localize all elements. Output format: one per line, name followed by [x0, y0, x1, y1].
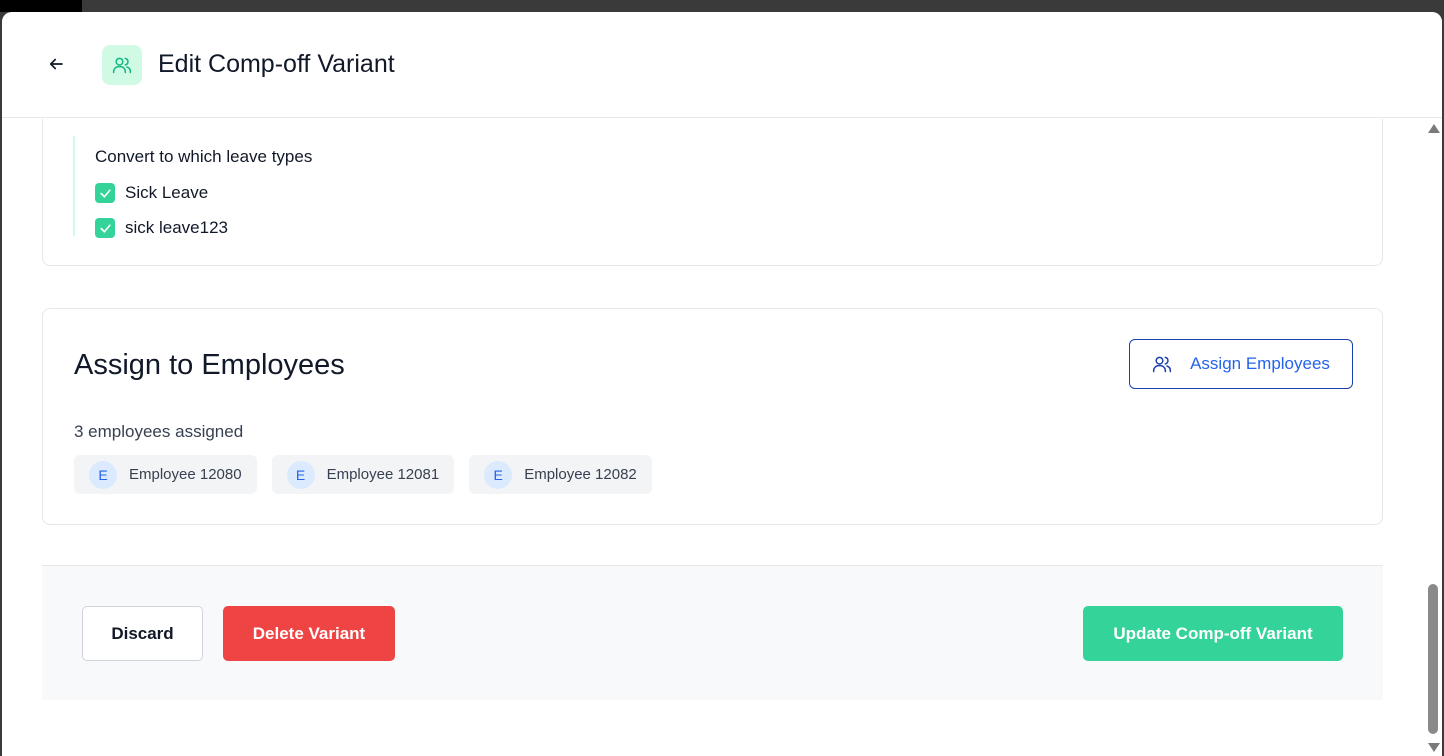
avatar: E — [89, 460, 117, 489]
convert-leave-types: Convert to which leave types Sick Leave … — [73, 136, 313, 238]
modal-header: Edit Comp-off Variant — [2, 12, 1442, 118]
assign-section-title: Assign to Employees — [74, 349, 345, 381]
leave-conversion-card: Convert to which leave types Sick Leave … — [42, 119, 1383, 266]
employee-name: Employee 12080 — [129, 466, 242, 483]
check-icon — [99, 223, 111, 233]
assign-employees-label: Assign Employees — [1190, 354, 1330, 373]
avatar: E — [484, 460, 513, 489]
update-variant-button[interactable]: Update Comp-off Variant — [1083, 606, 1343, 661]
header-icon-box — [102, 45, 142, 85]
scroll-up-arrow-icon[interactable] — [1428, 124, 1440, 133]
scroll-down-arrow-icon[interactable] — [1428, 743, 1440, 752]
edit-variant-modal: Edit Comp-off Variant Convert to which l… — [2, 12, 1442, 756]
convert-title: Convert to which leave types — [95, 147, 313, 166]
form-actions-footer: Discard Delete Variant Update Comp-off V… — [42, 565, 1383, 700]
vertical-scrollbar[interactable] — [1424, 119, 1442, 756]
check-icon — [99, 188, 111, 198]
checkbox-label: Sick Leave — [125, 183, 209, 202]
leave-option-sick-leave[interactable]: Sick Leave — [95, 183, 312, 203]
users-icon — [112, 57, 132, 74]
assigned-count: 3 employees assigned — [74, 422, 244, 441]
arrow-left-icon — [49, 58, 63, 70]
employee-name: Employee 12082 — [524, 466, 637, 483]
discard-button[interactable]: Discard — [82, 606, 203, 661]
checkbox[interactable] — [95, 218, 115, 238]
avatar: E — [286, 460, 315, 489]
employee-chip: E Employee 12081 — [271, 455, 455, 494]
employee-name: Employee 12081 — [326, 466, 440, 483]
users-icon — [1152, 356, 1172, 373]
scrollbar-thumb[interactable] — [1428, 584, 1438, 734]
page-title: Edit Comp-off Variant — [158, 50, 395, 78]
window-top-strip — [0, 0, 82, 12]
modal-body: Convert to which leave types Sick Leave … — [2, 119, 1424, 756]
checkbox-label: sick leave123 — [125, 218, 229, 237]
checkbox[interactable] — [95, 183, 115, 203]
employee-chip: E Employee 12080 — [74, 455, 257, 494]
employee-chip-list: E Employee 12080 E Employee 12081 E Empl… — [74, 455, 652, 494]
leave-option-sick-leave123[interactable]: sick leave123 — [95, 218, 312, 238]
assign-employees-button[interactable]: Assign Employees — [1129, 339, 1353, 389]
delete-variant-button[interactable]: Delete Variant — [223, 606, 395, 661]
employee-chip: E Employee 12082 — [469, 455, 652, 494]
assign-employees-card: Assign to Employees Assign Employees 3 e… — [42, 308, 1383, 525]
back-button[interactable] — [44, 52, 68, 76]
